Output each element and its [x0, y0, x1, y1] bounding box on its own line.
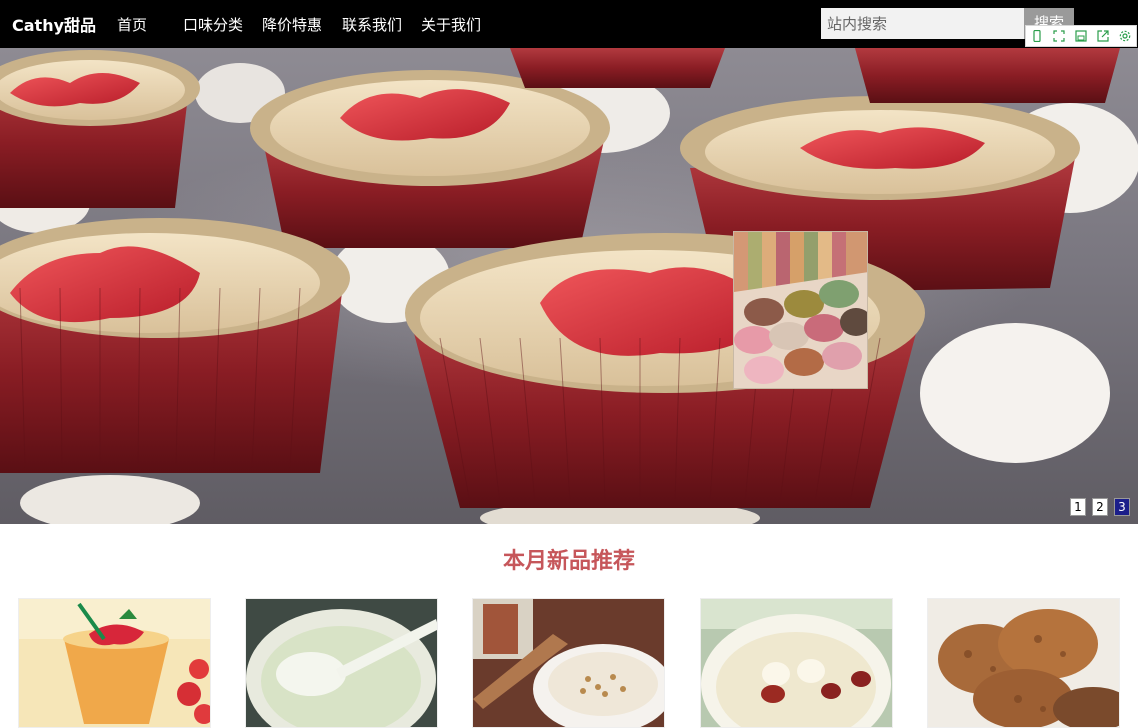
new-products-title: 本月新品推荐: [502, 549, 635, 574]
site-search-input[interactable]: [821, 8, 1024, 39]
nav-item-discounts[interactable]: 降价特惠: [262, 14, 322, 35]
nav-item-contact[interactable]: 联系我们: [342, 14, 402, 35]
nav-item-home[interactable]: 首页: [117, 14, 147, 35]
product-card-smoothie[interactable]: [18, 598, 211, 728]
settings-icon[interactable]: [1119, 30, 1131, 42]
expand-icon[interactable]: [1053, 30, 1065, 42]
save-icon[interactable]: [1075, 30, 1087, 42]
product-card-snow-fungus-soup[interactable]: [700, 598, 893, 728]
product-image-smoothie: [19, 599, 210, 727]
pager-button-3[interactable]: 3: [1114, 498, 1130, 516]
product-image-snow-fungus-soup: [701, 599, 892, 727]
macaron-thumbnail[interactable]: [733, 231, 868, 389]
hero-banner[interactable]: 1 2 3: [0, 48, 1138, 524]
pager-button-1[interactable]: 1: [1070, 498, 1086, 516]
extension-toolbar: [1025, 25, 1137, 47]
hero-pager: 1 2 3: [1070, 498, 1130, 516]
brand-logo[interactable]: Cathy甜品: [12, 12, 96, 36]
nav-item-flavors[interactable]: 口味分类: [183, 14, 243, 35]
top-nav-bar: Cathy甜品 首页 口味分类 降价特惠 联系我们 关于我们 搜索: [0, 0, 1138, 48]
pager-button-2[interactable]: 2: [1092, 498, 1108, 516]
product-card-oat-milk[interactable]: [472, 598, 665, 728]
product-card-cookies[interactable]: [927, 598, 1120, 728]
cupcakes-illustration: [0, 48, 1138, 524]
product-image-cookies: [928, 599, 1119, 727]
product-card-milk-pudding[interactable]: [245, 598, 438, 728]
export-icon[interactable]: [1097, 30, 1109, 42]
product-image-oat-milk: [473, 599, 664, 727]
product-image-milk-pudding: [246, 599, 437, 727]
nav-item-about[interactable]: 关于我们: [421, 14, 481, 35]
mobile-icon[interactable]: [1031, 30, 1043, 42]
macaron-image: [734, 232, 867, 388]
